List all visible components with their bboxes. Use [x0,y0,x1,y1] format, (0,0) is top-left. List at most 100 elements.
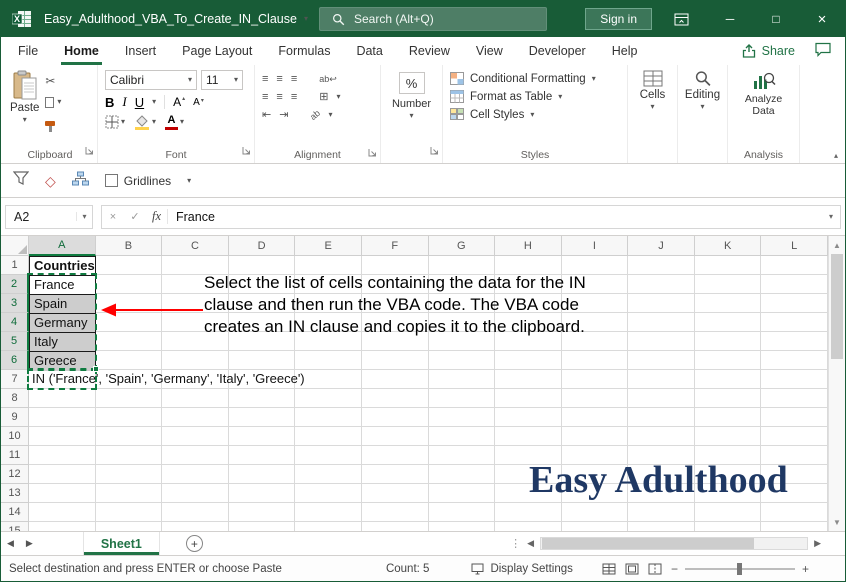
cell-I14[interactable] [561,503,629,522]
cell-B1[interactable] [95,256,163,275]
tab-file[interactable]: File [5,37,51,65]
align-left-button[interactable]: ≡ [262,91,268,103]
column-header-F[interactable]: F [361,236,429,256]
hscroll-thumb[interactable] [542,538,755,549]
cell-K13[interactable] [694,484,762,503]
cell-G11[interactable] [428,446,496,465]
cell-G6[interactable] [428,351,496,370]
filter-button[interactable] [12,170,30,191]
borders-button[interactable]: ▾ [105,115,125,129]
cell-H12[interactable] [495,465,562,484]
cell-G8[interactable] [428,389,496,408]
cell-C2[interactable] [162,275,229,294]
column-header-I[interactable]: I [561,236,629,256]
cell-E12[interactable] [295,465,362,484]
cell-F6[interactable] [361,351,429,370]
row-header-1[interactable]: 1 [1,256,29,275]
percent-style-button[interactable]: % [398,72,425,94]
cell-F7[interactable] [361,370,429,389]
cell-C13[interactable] [162,484,229,503]
cell-I1[interactable] [561,256,629,275]
cell-B4[interactable] [95,313,163,332]
cell-H11[interactable] [495,446,562,465]
cell-K12[interactable] [694,465,762,484]
cell-K6[interactable] [694,351,762,370]
cell-A15[interactable] [29,522,96,531]
copy-button[interactable]: ▾ [45,93,61,109]
cell-K10[interactable] [694,427,762,446]
gridlines-checkbox[interactable] [104,174,118,187]
maximize-button[interactable]: □ [753,1,799,37]
cell-G2[interactable] [428,275,496,294]
close-button[interactable]: × [799,1,845,37]
row-header-5[interactable]: 5 [1,332,29,351]
cell-C11[interactable] [162,446,229,465]
zoom-slider-thumb[interactable] [736,562,742,575]
cell-K3[interactable] [694,294,762,313]
cell-E11[interactable] [295,446,362,465]
cell-D10[interactable] [228,427,296,446]
cell-H9[interactable] [495,408,562,427]
cell-G1[interactable] [428,256,496,275]
cell-C8[interactable] [162,389,229,408]
scroll-up-icon[interactable]: ▲ [829,236,845,254]
bold-button[interactable]: B [105,95,114,110]
underline-caret-icon[interactable]: ▾ [152,98,156,106]
sign-in-button[interactable]: Sign in [585,8,652,30]
cell-E7[interactable] [295,370,362,389]
cell-I15[interactable] [562,522,629,531]
cell-I10[interactable] [561,427,629,446]
cell-J4[interactable] [628,313,695,332]
cell-A5-text[interactable]: Italy [30,333,95,352]
format-as-table-button[interactable]: Format as Table ▾ [450,90,620,103]
row-header-4[interactable]: 4 [1,313,29,332]
cell-H10[interactable] [495,427,562,446]
row-header-15[interactable]: 15 [1,522,29,531]
cell-F9[interactable] [361,408,429,427]
vertical-scroll-thumb[interactable] [831,254,843,359]
cell-E10[interactable] [295,427,362,446]
column-header-A[interactable]: A [29,236,96,256]
cell-A12[interactable] [29,465,96,484]
cancel-entry-icon[interactable]: × [102,211,124,223]
cell-C5[interactable] [162,332,229,351]
cell-F5[interactable] [361,332,429,351]
row-header-7[interactable]: 7 [1,370,29,389]
align-middle-button[interactable]: ≡ [276,73,282,85]
cell-E3[interactable] [295,294,362,313]
comments-button[interactable] [815,42,831,60]
zoom-slider[interactable] [684,562,795,575]
tab-view[interactable]: View [463,37,516,65]
cell-I5[interactable] [561,332,629,351]
gridlines-toggle[interactable]: Gridlines [104,174,171,188]
cell-F12[interactable] [361,465,429,484]
cell-H15[interactable] [495,522,562,531]
data-range-a1-a6[interactable]: Countries France Spain Germany Italy Gre… [29,256,96,371]
number-caret-icon[interactable]: ▾ [409,112,413,120]
cell-E14[interactable] [295,503,362,522]
decrease-font-button[interactable]: A ▾ [193,97,204,108]
cell-I8[interactable] [561,389,629,408]
cell-A4-text[interactable]: Germany [30,314,95,333]
cell-A6-text[interactable]: Greece [30,352,95,371]
cell-F15[interactable] [362,522,429,531]
cut-button[interactable]: ✂ [45,74,61,88]
column-header-C[interactable]: C [162,236,229,256]
cell-J3[interactable] [628,294,695,313]
cell-C15[interactable] [162,522,229,531]
cell-A7[interactable] [29,370,96,389]
tab-data[interactable]: Data [343,37,395,65]
cell-H3[interactable] [495,294,562,313]
cell-H5[interactable] [495,332,562,351]
clear-button[interactable]: ◇ [45,174,56,188]
cells-button[interactable]: Cells ▾ [635,70,670,111]
cell-E1[interactable] [295,256,362,275]
cell-G10[interactable] [428,427,496,446]
cell-B15[interactable] [96,522,163,531]
align-top-button[interactable]: ≡ [262,73,268,85]
cell-J2[interactable] [628,275,695,294]
cell-C12[interactable] [162,465,229,484]
cell-I6[interactable] [561,351,629,370]
cell-F11[interactable] [361,446,429,465]
cell-H14[interactable] [495,503,562,522]
